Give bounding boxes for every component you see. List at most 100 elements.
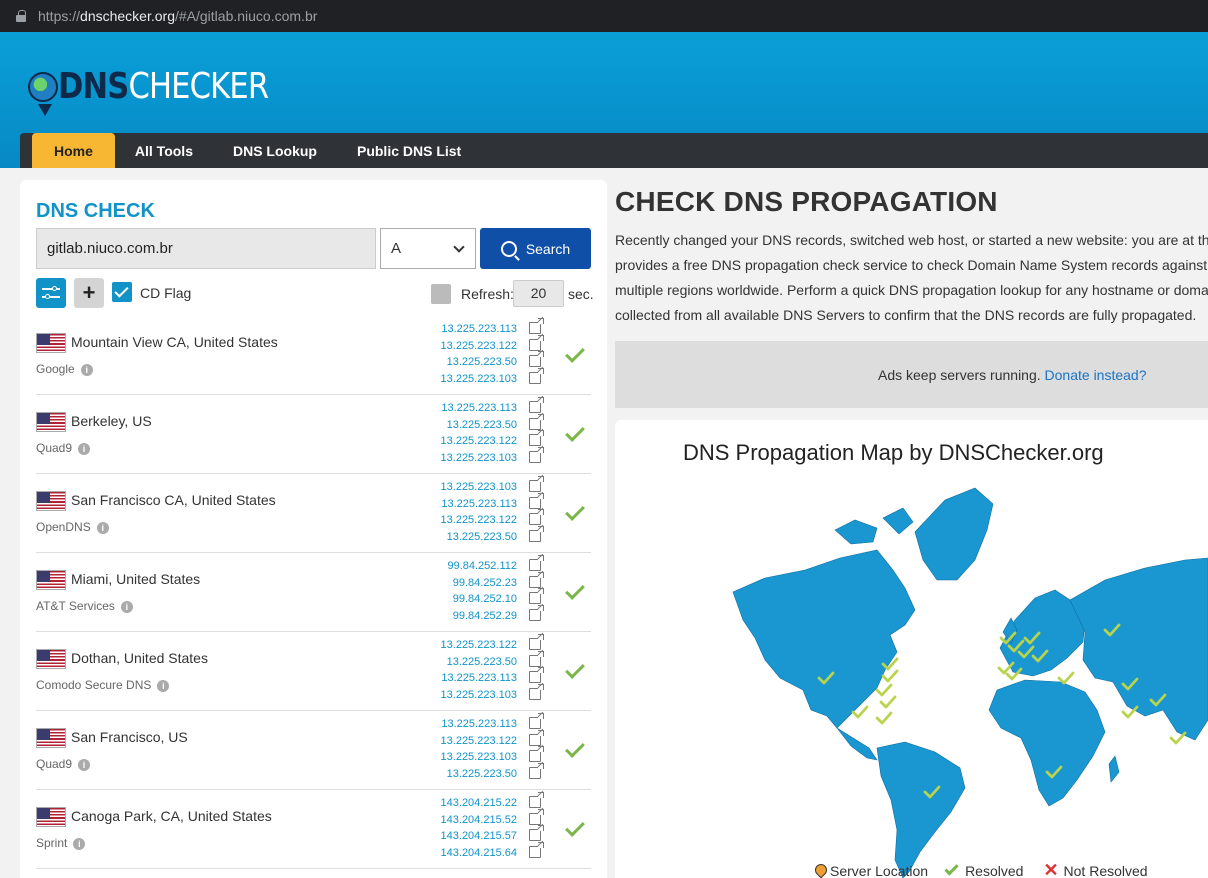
ip-address-link[interactable]: 13.225.223.103: [441, 687, 517, 704]
info-icon[interactable]: i: [78, 759, 91, 771]
server-provider: OpenDNS i: [36, 520, 109, 534]
external-link-icon[interactable]: [529, 476, 544, 492]
ip-address-link[interactable]: 13.225.223.113: [441, 321, 517, 338]
search-icon: [500, 240, 517, 257]
external-link-icon[interactable]: [529, 413, 544, 430]
external-link-icon[interactable]: [529, 446, 544, 463]
ip-address-link[interactable]: 13.225.223.122: [441, 733, 517, 750]
ip-address-link[interactable]: 13.225.223.50: [441, 529, 517, 546]
server-location: San Francisco, US: [71, 729, 188, 745]
server-location: Dothan, United States: [71, 650, 208, 666]
ip-address-link[interactable]: 13.225.223.122: [441, 512, 517, 529]
info-icon[interactable]: i: [73, 838, 86, 850]
info-icon[interactable]: i: [157, 680, 170, 692]
server-provider: Google i: [36, 362, 93, 376]
ip-address-link[interactable]: 13.225.223.122: [441, 637, 517, 654]
external-links: [529, 476, 544, 546]
info-icon[interactable]: i: [78, 443, 91, 455]
nav-home[interactable]: Home: [32, 133, 115, 168]
ip-address-link[interactable]: 13.225.223.103: [441, 479, 517, 496]
map-legend: Server Location Resolved ✕ Not Resolved: [815, 860, 1168, 878]
external-link-icon[interactable]: [529, 762, 544, 779]
ip-address-link[interactable]: 13.225.223.103: [441, 749, 517, 766]
settings-sliders-button[interactable]: [36, 278, 66, 308]
nav-dns-lookup[interactable]: DNS Lookup: [213, 133, 337, 168]
info-icon[interactable]: i: [120, 601, 133, 613]
external-link-icon[interactable]: [529, 525, 544, 542]
ip-address-link[interactable]: 13.225.223.50: [441, 354, 517, 371]
info-icon[interactable]: i: [80, 364, 93, 376]
add-server-button[interactable]: +: [74, 278, 104, 308]
ip-address-link[interactable]: 13.225.223.103: [441, 371, 517, 388]
result-row: Canoga Park, CA, United States Sprint i 1…: [36, 790, 591, 869]
us-flag-icon: [36, 412, 66, 432]
nav-public-dns-list[interactable]: Public DNS List: [337, 133, 481, 168]
ip-address-link[interactable]: 13.225.223.122: [441, 338, 517, 355]
ip-address-link[interactable]: 143.204.215.22: [441, 795, 517, 812]
ip-address-link[interactable]: 143.204.215.52: [441, 812, 517, 829]
external-link-icon[interactable]: [529, 351, 544, 367]
external-link-icon[interactable]: [529, 713, 544, 729]
external-link-icon[interactable]: [529, 825, 544, 841]
external-link-icon[interactable]: [529, 841, 544, 858]
external-links: [529, 555, 544, 625]
ip-address-link[interactable]: 13.225.223.50: [441, 766, 517, 783]
external-link-icon[interactable]: [529, 509, 544, 525]
cross-icon: ✕: [1043, 860, 1059, 878]
external-link-icon[interactable]: [529, 808, 544, 825]
search-button[interactable]: Search: [480, 228, 591, 269]
donate-link[interactable]: Donate instead?: [1045, 367, 1147, 383]
external-link-icon[interactable]: [529, 555, 544, 571]
nav-all-tools[interactable]: All Tools: [115, 133, 213, 168]
info-icon[interactable]: i: [96, 522, 109, 534]
external-link-icon[interactable]: [529, 588, 544, 604]
us-flag-icon: [36, 570, 66, 590]
external-link-icon[interactable]: [529, 318, 544, 334]
external-link-icon[interactable]: [529, 492, 544, 509]
url-text[interactable]: https://dnschecker.org/#A/gitlab.niuco.c…: [38, 8, 317, 24]
ip-address-link[interactable]: 13.225.223.50: [441, 417, 517, 434]
ip-address-link[interactable]: 13.225.223.122: [441, 433, 517, 450]
ip-address-link[interactable]: 143.204.215.57: [441, 828, 517, 845]
world-map: [732, 487, 1208, 878]
external-link-icon[interactable]: [529, 571, 544, 588]
external-link-icon[interactable]: [529, 683, 544, 700]
ip-address-link[interactable]: 143.204.215.64: [441, 845, 517, 862]
resolved-check-icon: [565, 422, 585, 442]
external-link-icon[interactable]: [529, 650, 544, 667]
ip-list: 99.84.252.112 99.84.252.23 99.84.252.10 99.…: [447, 558, 517, 624]
result-row: San Francisco, US Quad9 i 13.225.223.113 1…: [36, 711, 591, 790]
ip-address-link[interactable]: 99.84.252.29: [447, 608, 517, 625]
us-flag-icon: [36, 491, 66, 511]
ip-address-link[interactable]: 99.84.252.23: [447, 575, 517, 592]
external-link-icon[interactable]: [529, 792, 544, 808]
external-links: [529, 397, 544, 467]
cd-flag-checkbox[interactable]: [112, 282, 132, 302]
domain-input[interactable]: gitlab.niuco.com.br: [36, 228, 376, 269]
external-link-icon[interactable]: [529, 334, 544, 351]
refresh-checkbox[interactable]: [431, 284, 451, 304]
external-link-icon[interactable]: [529, 367, 544, 384]
external-link-icon[interactable]: [529, 667, 544, 683]
external-link-icon[interactable]: [529, 397, 544, 413]
record-type-select[interactable]: A: [380, 228, 476, 269]
ip-address-link[interactable]: 99.84.252.112: [447, 558, 517, 575]
dnschecker-logo[interactable]: DNSCHECKER: [28, 62, 305, 116]
external-link-icon[interactable]: [529, 430, 544, 446]
ip-address-link[interactable]: 13.225.223.113: [441, 496, 517, 513]
ip-address-link[interactable]: 99.84.252.10: [447, 591, 517, 608]
result-row: San Francisco CA, United States OpenDNS i…: [36, 474, 591, 553]
ip-address-link[interactable]: 13.225.223.50: [441, 654, 517, 671]
browser-url-bar[interactable]: https://dnschecker.org/#A/gitlab.niuco.c…: [0, 0, 1208, 32]
external-link-icon[interactable]: [529, 746, 544, 762]
external-link-icon[interactable]: [529, 634, 544, 650]
ip-address-link[interactable]: 13.225.223.103: [441, 450, 517, 467]
refresh-interval-input[interactable]: 20: [513, 280, 564, 307]
ip-address-link[interactable]: 13.225.223.113: [441, 716, 517, 733]
ip-address-link[interactable]: 13.225.223.113: [441, 670, 517, 687]
ip-address-link[interactable]: 13.225.223.113: [441, 400, 517, 417]
external-links: [529, 318, 544, 388]
ip-list: 13.225.223.113 13.225.223.122 13.225.223.1…: [441, 716, 517, 782]
external-link-icon[interactable]: [529, 604, 544, 621]
external-link-icon[interactable]: [529, 729, 544, 746]
